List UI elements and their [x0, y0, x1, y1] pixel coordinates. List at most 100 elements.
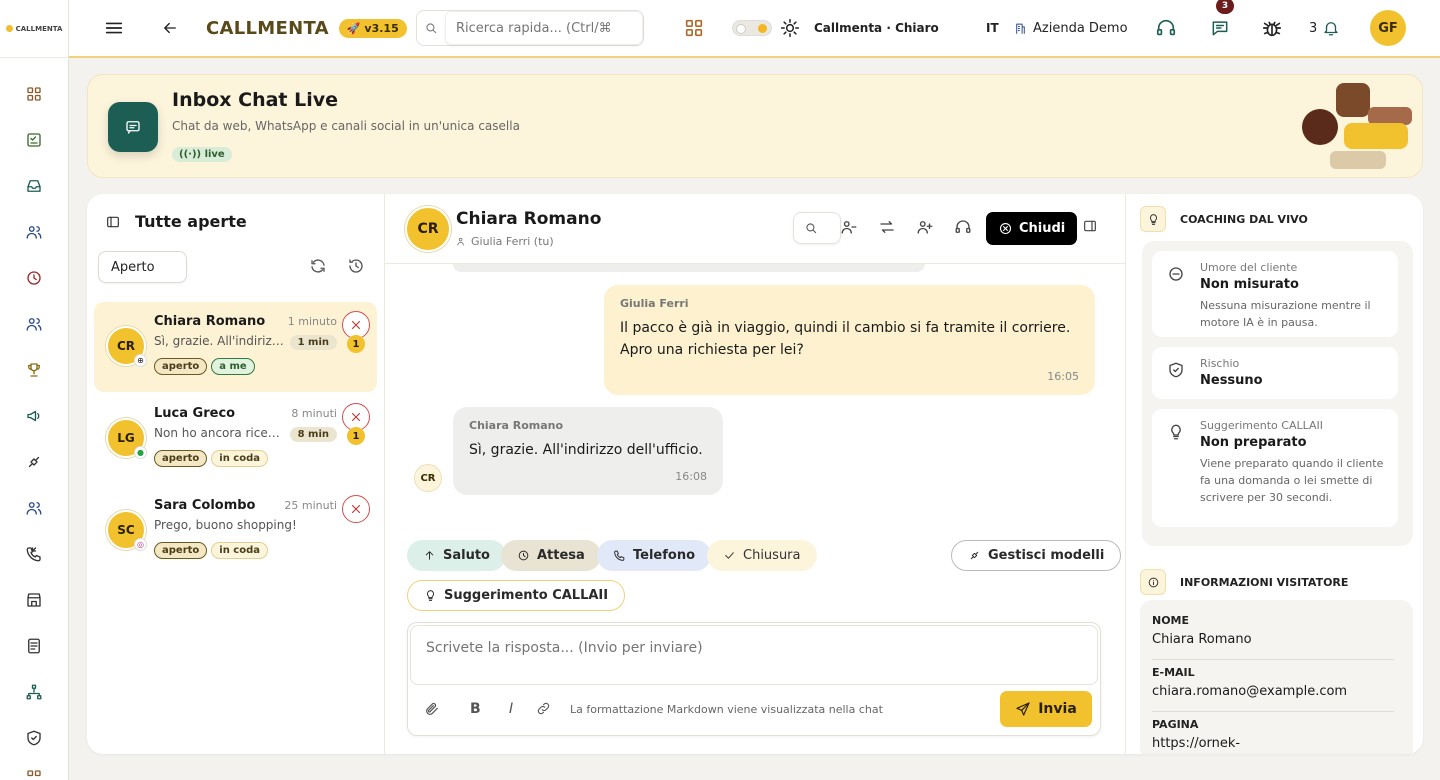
- chat-notifications[interactable]: 3: [1210, 0, 1234, 56]
- assign-user-icon[interactable]: [840, 218, 858, 236]
- rail-shield-icon[interactable]: [23, 727, 45, 749]
- quick-reply-wait[interactable]: Attesa: [501, 540, 601, 571]
- user-menu[interactable]: GF: [1370, 0, 1406, 56]
- conversation-list-panel: Tutte aperte Aperto CR ⊕ Chiara Romano 1…: [87, 194, 385, 754]
- app-title: CALLMENTA: [206, 17, 329, 39]
- attachment-icon[interactable]: [424, 701, 440, 717]
- tag-assigned-me: a me: [211, 358, 255, 375]
- manage-templates-button[interactable]: Gestisci modelli: [951, 540, 1122, 571]
- rail-users-icon[interactable]: [23, 221, 45, 243]
- rail-tasks-icon[interactable]: [23, 129, 45, 151]
- field-label: E-MAIL: [1152, 666, 1195, 679]
- transfer-icon[interactable]: [878, 218, 896, 236]
- top-bar: CALLMENTA 🚀 v3.15 Callmenta · Chiaro IT …: [69, 0, 1440, 58]
- language-selector[interactable]: IT: [986, 0, 999, 56]
- message-preview: Prego, buono shopping!: [154, 518, 297, 532]
- instagram-channel-icon: ◎: [134, 538, 147, 551]
- conversation-item[interactable]: CR ⊕ Chiara Romano 1 minuto Sì, grazie. …: [94, 302, 377, 392]
- message-preview: Non ho ancora ricevuto il pacco: [154, 426, 284, 440]
- sun-icon[interactable]: [780, 0, 800, 56]
- rail-calls-icon[interactable]: [23, 543, 45, 565]
- web-channel-icon: ⊕: [134, 354, 147, 367]
- rail-inbox-icon[interactable]: [23, 175, 45, 197]
- quick-search-input[interactable]: [445, 11, 643, 45]
- quick-reply-closing[interactable]: Chiusura: [707, 540, 817, 571]
- message-composer: B I La formattazione Markdown viene visu…: [407, 622, 1101, 736]
- theme-switch[interactable]: [732, 20, 772, 36]
- conversation-time: 8 minuti: [291, 407, 337, 420]
- rail-apps-icon[interactable]: [23, 766, 45, 780]
- contact-name: Luca Greco: [154, 406, 236, 421]
- agent-message: Giulia Ferri Il pacco è già in viaggio, …: [604, 285, 1095, 395]
- send-icon: [1015, 701, 1031, 717]
- phone-icon: [613, 549, 626, 562]
- side-panel-toggle-icon[interactable]: [1082, 218, 1098, 234]
- field-label: NOME: [1152, 614, 1190, 627]
- rail-trophy-icon[interactable]: [23, 359, 45, 381]
- visitor-field: PAGINA https://ornek-: [1152, 718, 1394, 754]
- lightbulb-icon: [1140, 206, 1166, 232]
- close-chat-button[interactable]: Chiudi: [986, 212, 1078, 245]
- headset-icon[interactable]: [1155, 0, 1177, 56]
- coaching-label: Suggerimento CALLAII: [1200, 419, 1323, 432]
- live-badge-text: live: [204, 149, 225, 160]
- notifications[interactable]: 3: [1309, 0, 1340, 56]
- version-text: v3.15: [364, 21, 399, 35]
- rail-reports-icon[interactable]: [23, 635, 45, 657]
- conversation-item[interactable]: LG ● Luca Greco 8 minuti Non ho ancora r…: [94, 394, 377, 484]
- previous-message-fragment: [453, 264, 925, 272]
- field-value: chiara.romano@example.com: [1152, 684, 1394, 712]
- quick-reply-greeting[interactable]: Saluto: [407, 540, 506, 571]
- ai-suggestion-button[interactable]: Suggerimento CALLAII: [407, 580, 626, 611]
- left-rail: CALLMENTA: [0, 0, 69, 780]
- coaching-label: Umore del cliente: [1200, 261, 1298, 274]
- tag-open: aperto: [154, 450, 208, 467]
- conversation-time: 25 minuti: [284, 499, 337, 512]
- rail-org-chart-icon[interactable]: [23, 681, 45, 703]
- message-time: 16:08: [675, 470, 707, 483]
- rail-contacts-icon[interactable]: [23, 497, 45, 519]
- visitor-message: Chiara Romano Sì, grazie. All'indirizzo …: [453, 407, 723, 495]
- neutral-face-icon: [1167, 265, 1185, 283]
- chat-inbox-icon: [108, 102, 158, 152]
- apps-grid-icon[interactable]: [683, 0, 705, 56]
- bold-button[interactable]: B: [470, 701, 481, 717]
- rail-store-icon[interactable]: [23, 589, 45, 611]
- rail-team-icon[interactable]: [23, 313, 45, 335]
- link-icon[interactable]: [536, 701, 551, 716]
- italic-button[interactable]: I: [509, 701, 513, 717]
- conversation-item[interactable]: SC ◎ Sara Colombo 25 minuti Prego, buono…: [94, 486, 377, 576]
- status-filter-select[interactable]: Aperto: [98, 251, 187, 283]
- theme-toggle[interactable]: [732, 0, 772, 56]
- company-selector[interactable]: Azienda Demo: [1014, 0, 1128, 56]
- back-arrow-icon[interactable]: [161, 0, 179, 56]
- bug-icon[interactable]: [1261, 0, 1283, 56]
- rail-integrations-icon[interactable]: [23, 451, 45, 473]
- quick-reply-label: Saluto: [443, 548, 490, 563]
- chat-bubble-icon[interactable]: 3: [1210, 0, 1234, 38]
- chat-header: CR Chiara Romano Giulia Ferri (tu) Chiud…: [385, 194, 1125, 264]
- user-avatar[interactable]: GF: [1370, 10, 1406, 46]
- panel-toggle-icon[interactable]: [105, 214, 121, 230]
- search-icon: [417, 21, 445, 35]
- rail-clock-icon[interactable]: [23, 267, 45, 289]
- quick-reply-phone[interactable]: Telefono: [597, 540, 712, 571]
- rail-brand-text: CALLMENTA: [15, 24, 63, 33]
- add-participant-icon[interactable]: [916, 218, 934, 236]
- refresh-icon[interactable]: [309, 257, 327, 275]
- menu-icon[interactable]: [103, 0, 125, 56]
- app-title-group: CALLMENTA 🚀 v3.15: [206, 0, 407, 56]
- rail-megaphone-icon[interactable]: [23, 405, 45, 427]
- check-icon: [723, 549, 736, 562]
- send-button[interactable]: Invia: [1000, 691, 1092, 727]
- chat-search-button[interactable]: [793, 212, 841, 244]
- visitor-info-header: INFORMAZIONI VISITATORE: [1140, 569, 1348, 595]
- history-icon[interactable]: [347, 257, 365, 275]
- list-title: Tutte aperte: [135, 212, 247, 231]
- reply-textarea[interactable]: [410, 625, 1098, 685]
- call-headset-icon[interactable]: [954, 218, 972, 236]
- rail-dashboard-icon[interactable]: [23, 83, 45, 105]
- close-conversation-button[interactable]: [342, 495, 370, 523]
- unread-badge: 1: [347, 427, 365, 445]
- message-preview: Sì, grazie. All'indirizzo dell'ufficio.: [154, 334, 284, 348]
